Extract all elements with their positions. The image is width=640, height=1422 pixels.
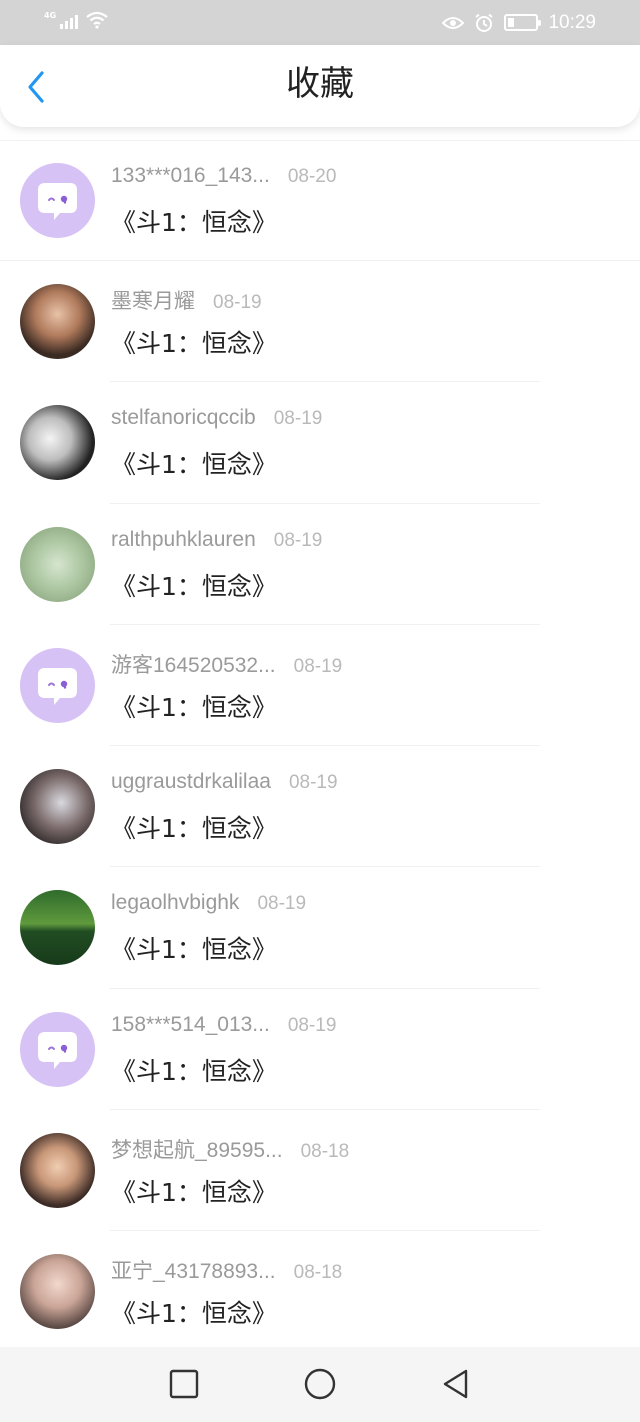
user-photo-avatar[interactable] bbox=[20, 890, 95, 966]
favorite-row[interactable]: 游客164520532... 08-19 《斗1：恒念》 bbox=[0, 625, 640, 747]
row-date: 08-19 bbox=[293, 655, 343, 677]
signal-icon bbox=[60, 13, 79, 29]
favorite-row[interactable]: uggraustdrkalilaa 08-19 《斗1：恒念》 bbox=[0, 746, 640, 868]
favorite-row[interactable]: ralthpuhklauren 08-19 《斗1：恒念》 bbox=[0, 504, 640, 626]
favorite-row[interactable]: 梦想起航_89595... 08-18 《斗1：恒念》 bbox=[0, 1110, 640, 1232]
row-meta: uggraustdrkalilaa 08-19 bbox=[111, 770, 338, 794]
wifi-icon bbox=[86, 11, 108, 29]
favorite-row[interactable]: 158***514_013... 08-19 《斗1：恒念》 bbox=[0, 989, 640, 1111]
row-meta: 158***514_013... 08-19 bbox=[111, 1013, 336, 1037]
row-date: 08-18 bbox=[300, 1141, 350, 1163]
default-chat-avatar-icon[interactable] bbox=[20, 647, 95, 723]
page-title: 收藏 bbox=[286, 64, 354, 104]
app-header: 收藏 bbox=[0, 45, 640, 127]
user-photo-avatar[interactable] bbox=[20, 405, 95, 481]
row-date: 08-19 bbox=[257, 893, 307, 915]
row-meta: stelfanoricqccib 08-19 bbox=[111, 406, 322, 430]
back-triangle-icon[interactable] bbox=[440, 1368, 472, 1400]
alarm-icon bbox=[475, 13, 494, 32]
row-meta: 游客164520532... 08-19 bbox=[111, 649, 342, 679]
row-username: 墨寒月耀 bbox=[111, 290, 195, 313]
row-title: 《斗1：恒念》 bbox=[111, 1299, 277, 1329]
row-username: 亚宁_43178893... bbox=[111, 1260, 276, 1284]
recents-square-icon[interactable] bbox=[168, 1368, 200, 1400]
row-title: 《斗1：恒念》 bbox=[111, 935, 277, 965]
row-title: 《斗1：恒念》 bbox=[111, 450, 277, 480]
home-circle-icon[interactable] bbox=[304, 1368, 336, 1400]
row-username: stelfanoricqccib bbox=[111, 406, 256, 430]
favorite-row[interactable]: stelfanoricqccib 08-19 《斗1：恒念》 bbox=[0, 382, 640, 504]
row-username: 游客164520532... bbox=[111, 653, 276, 677]
row-title: 《斗1：恒念》 bbox=[111, 329, 277, 358]
row-username: uggraustdrkalilaa bbox=[111, 770, 271, 794]
row-date: 08-19 bbox=[213, 292, 262, 313]
user-photo-avatar[interactable] bbox=[20, 526, 95, 602]
default-chat-avatar-icon[interactable] bbox=[20, 163, 95, 238]
row-date: 08-20 bbox=[287, 166, 337, 187]
row-date: 08-19 bbox=[273, 529, 323, 551]
favorite-row[interactable]: 133***016_143... 08-20 《斗1：恒念》 bbox=[0, 127, 640, 261]
row-title: 《斗1：恒念》 bbox=[111, 1056, 277, 1086]
favorite-row[interactable]: legaolhvbighk 08-19 《斗1：恒念》 bbox=[0, 867, 640, 990]
row-date: 08-19 bbox=[287, 1014, 337, 1036]
row-title: 《斗1：恒念》 bbox=[111, 571, 277, 601]
row-username: ralthpuhklauren bbox=[111, 527, 256, 551]
row-meta: 墨寒月耀 08-19 bbox=[111, 285, 262, 315]
row-title: 《斗1：恒念》 bbox=[111, 208, 277, 237]
eye-icon bbox=[442, 16, 465, 29]
user-photo-avatar[interactable] bbox=[20, 1133, 95, 1209]
row-date: 08-19 bbox=[288, 772, 338, 794]
row-meta: 133***016_143... 08-20 bbox=[111, 164, 336, 188]
network-type: 4G bbox=[44, 11, 57, 20]
clock: 10:29 bbox=[548, 11, 596, 33]
row-title: 《斗1：恒念》 bbox=[111, 692, 277, 722]
row-meta: legaolhvbighk 08-19 bbox=[111, 891, 306, 915]
system-nav-bar bbox=[0, 1347, 640, 1422]
row-date: 08-19 bbox=[273, 408, 323, 430]
favorite-row[interactable]: 亚宁_43178893... 08-18 《斗1：恒念》 bbox=[0, 1231, 640, 1347]
favorite-row[interactable]: 墨寒月耀 08-19 《斗1：恒念》 bbox=[0, 261, 640, 383]
row-title: 《斗1：恒念》 bbox=[111, 814, 277, 844]
user-photo-avatar[interactable] bbox=[20, 769, 95, 845]
favorites-list: 133***016_143... 08-20 《斗1：恒念》 墨寒月耀 08-19 《斗1… bbox=[0, 127, 640, 1347]
row-meta: 梦想起航_89595... 08-18 bbox=[111, 1134, 349, 1164]
user-photo-avatar[interactable] bbox=[20, 1254, 95, 1330]
row-username: 133***016_143... bbox=[111, 164, 270, 187]
status-left: 4G bbox=[44, 11, 108, 29]
user-photo-avatar[interactable] bbox=[20, 284, 95, 359]
row-username: legaolhvbighk bbox=[111, 891, 240, 915]
row-username: 158***514_013... bbox=[111, 1012, 270, 1036]
row-title: 《斗1：恒念》 bbox=[111, 1178, 277, 1208]
battery-icon bbox=[504, 14, 542, 31]
row-meta: 亚宁_43178893... 08-18 bbox=[111, 1255, 342, 1285]
default-chat-avatar-icon[interactable] bbox=[20, 1011, 95, 1087]
row-meta: ralthpuhklauren 08-19 bbox=[111, 528, 322, 552]
row-username: 梦想起航_89595... bbox=[111, 1139, 283, 1163]
row-date: 08-18 bbox=[293, 1262, 343, 1284]
